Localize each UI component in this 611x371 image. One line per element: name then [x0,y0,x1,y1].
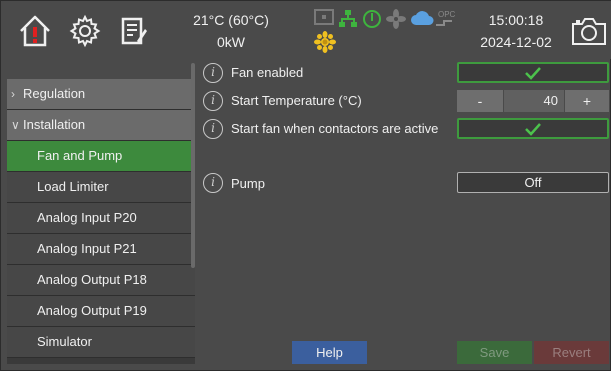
info-icon[interactable]: i [203,63,223,83]
sidebar-item-installation[interactable]: ∨ Installation [7,110,195,141]
clock-date: 2024-12-02 [480,34,552,50]
save-button[interactable]: Save [457,341,532,364]
network-icon [339,10,357,27]
sidebar-item-label: Regulation [23,86,86,101]
notes-icon[interactable] [115,13,151,49]
meter-icon [314,9,334,25]
power-icon [363,10,381,28]
app-screen: 21°C (60°C) 0kW OPC 15:00:18 2024-12-02 … [0,0,611,371]
sidebar-item-load-limiter[interactable]: Load Limiter [7,172,195,203]
sidebar-item-fan-and-pump[interactable]: Fan and Pump [7,141,195,172]
chevron-down-icon: ∨ [11,118,20,132]
temperature-decrement-button[interactable]: - [457,90,503,112]
checkmark-icon [525,67,541,80]
sidebar-item-regulation[interactable]: › Regulation [7,79,195,110]
info-icon[interactable]: i [203,119,223,139]
start-with-contactors-label: Start fan when contactors are active [231,121,439,136]
temperature-value-field[interactable]: 40 [504,90,564,112]
sidebar-item-analog-input-p20[interactable]: Analog Input P20 [7,203,195,234]
temperature-increment-button[interactable]: + [565,90,609,112]
help-button[interactable]: Help [292,341,367,364]
info-icon[interactable]: i [203,173,223,193]
start-temperature-label: Start Temperature (°C) [231,93,362,108]
temperature-readout: 21°C (60°C) [193,12,269,28]
sidebar-top-spacer [7,63,195,79]
sun-icon [314,31,336,53]
pump-label: Pump [231,176,265,191]
status-icons: OPC [314,9,464,33]
sidebar-item-analog-output-p18[interactable]: Analog Output P18 [7,265,195,296]
gear-icon[interactable] [67,13,103,49]
camera-icon[interactable] [570,15,608,47]
cloud-icon [411,11,434,25]
fan-icon [386,9,406,29]
opc-label: OPC [438,10,456,19]
home-alarm-icon[interactable] [17,13,53,49]
sidebar-item-analog-output-p19[interactable]: Analog Output P19 [7,296,195,327]
revert-button[interactable]: Revert [534,341,609,364]
fan-enabled-label: Fan enabled [231,65,304,80]
sidebar-scrollbar[interactable] [191,63,195,268]
power-readout: 0kW [217,34,245,50]
start-with-contactors-checkbox[interactable] [457,118,609,139]
sidebar: › Regulation ∨ Installation Fan and Pump L… [7,79,195,364]
sidebar-item-analog-input-p21[interactable]: Analog Input P21 [7,234,195,265]
opc-icon: OPC [436,10,456,26]
fan-enabled-checkbox[interactable] [457,62,609,83]
checkmark-icon [525,123,541,136]
sidebar-item-label: Installation [23,117,86,132]
info-icon[interactable]: i [203,91,223,111]
chevron-right-icon: › [11,87,15,101]
top-bar: 21°C (60°C) 0kW OPC 15:00:18 2024-12-02 [1,1,611,59]
clock-time: 15:00:18 [488,12,544,28]
pump-mode-select[interactable]: Off [457,172,609,193]
sidebar-item-simulator[interactable]: Simulator [7,327,195,358]
